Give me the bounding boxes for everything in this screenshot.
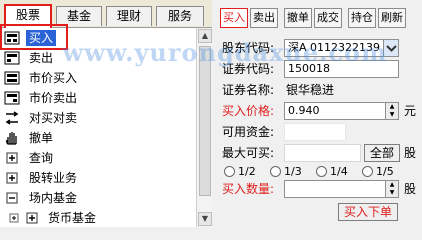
ratio-label: 1/5	[376, 165, 394, 178]
price-label: 买入价格:	[222, 104, 275, 118]
ratio-label: 1/2	[238, 165, 256, 178]
all-button[interactable]: 全部	[364, 144, 400, 162]
toolbar-positions-button[interactable]: 持仓	[348, 8, 376, 28]
funds-row: 可用资金:	[214, 122, 422, 142]
highlight-box	[0, 24, 68, 50]
scroll-down-button[interactable]: ▼	[198, 212, 212, 226]
max-row: 最大可买: 全部 股	[214, 143, 422, 163]
tree-item-money-funds[interactable]: 货币基金	[0, 208, 196, 228]
collapse-icon[interactable]	[4, 191, 20, 205]
tree-item-exchange-funds[interactable]: 场内基金	[0, 188, 196, 208]
hand-icon	[6, 132, 17, 145]
quantity-label: 买入数量:	[222, 182, 275, 196]
ratio-label: 1/4	[330, 165, 348, 178]
swap-icon	[5, 111, 19, 125]
tree-item-cancel[interactable]: 撤单	[0, 128, 196, 148]
market-sell-icon	[4, 91, 20, 105]
tree-item-label: 撤单	[29, 131, 54, 145]
scroll-thumb[interactable]	[199, 46, 211, 196]
expand-icon[interactable]	[26, 211, 40, 225]
tab-services[interactable]: 服务	[156, 6, 204, 26]
sell-icon	[4, 51, 20, 65]
expand-icon[interactable]	[4, 151, 20, 165]
tree-item-label: 市价买入	[29, 71, 78, 85]
quantity-input[interactable]: ▲ ▼	[284, 180, 399, 198]
tree-item-label: 卖出	[29, 51, 54, 65]
watermark: www.yurongdaxue.com	[62, 38, 388, 67]
name-row: 证券名称: 银华稳进	[214, 80, 422, 100]
price-unit: 元	[404, 104, 417, 118]
tree-item-label: 场内基金	[29, 191, 78, 205]
quantity-stepper[interactable]: ▲ ▼	[385, 181, 398, 197]
tab-funds[interactable]: 基金	[56, 6, 102, 26]
trade-toolbar: 买入 卖出 撤单 成交 持仓 刷新	[214, 8, 422, 28]
left-panel: 股票 基金 理财 服务 买入 卖出 市价买入 市价卖出 对买对卖 撤单 查询 股…	[0, 0, 212, 227]
tab-wealth[interactable]: 理财	[106, 6, 152, 26]
shares-unit: 股	[404, 146, 417, 160]
tree-item-market-sell[interactable]: 市价卖出	[0, 88, 196, 108]
funds-value	[284, 123, 346, 141]
quantity-row: 买入数量: ▲ ▼ 股	[214, 179, 422, 199]
tree-item-label: 对买对卖	[29, 111, 78, 125]
quantity-unit: 股	[404, 182, 417, 196]
tree-item-label: 货币基金	[48, 211, 97, 225]
toolbar-deals-button[interactable]: 成交	[314, 8, 342, 28]
tree-item-query[interactable]: 查询	[0, 148, 196, 168]
toolbar-cancel-button[interactable]: 撤单	[284, 8, 312, 28]
radio-icon[interactable]	[224, 166, 235, 177]
submit-buy-button[interactable]: 买入下单	[338, 203, 398, 221]
max-label: 最大可买:	[222, 146, 275, 160]
funds-label: 可用资金:	[222, 125, 275, 139]
toolbar-refresh-button[interactable]: 刷新	[378, 8, 406, 28]
price-row: 买入价格: 0.940 ▲ ▼ 元	[214, 101, 422, 121]
toolbar-sell-button[interactable]: 卖出	[250, 8, 278, 28]
tree-item-label: 股转业务	[29, 171, 78, 185]
order-panel: 买入 卖出 撤单 成交 持仓 刷新 股东代码: 深A 0112322139 证券…	[214, 0, 422, 227]
radio-icon[interactable]	[316, 166, 327, 177]
tree-item-transfer[interactable]: 股转业务	[0, 168, 196, 188]
price-input[interactable]: 0.940 ▲ ▼	[284, 102, 399, 120]
expand-icon[interactable]	[4, 171, 20, 185]
radio-icon[interactable]	[362, 166, 373, 177]
max-value	[284, 144, 361, 162]
name-label: 证券名称:	[222, 83, 275, 97]
market-buy-icon	[4, 71, 20, 85]
security-name: 银华稳进	[286, 83, 335, 97]
tree-item-label: 市价卖出	[29, 91, 78, 105]
price-value: 0.940	[288, 104, 320, 117]
tree-item-swap[interactable]: 对买对卖	[0, 108, 196, 128]
tree-branch-icon	[9, 213, 19, 223]
toolbar-buy-button[interactable]: 买入	[220, 8, 248, 28]
tree-item-label: 查询	[29, 151, 54, 165]
price-stepper[interactable]: ▲ ▼	[385, 103, 398, 119]
tree-item-market-buy[interactable]: 市价买入	[0, 68, 196, 88]
radio-icon[interactable]	[270, 166, 281, 177]
ratio-label: 1/3	[284, 165, 302, 178]
